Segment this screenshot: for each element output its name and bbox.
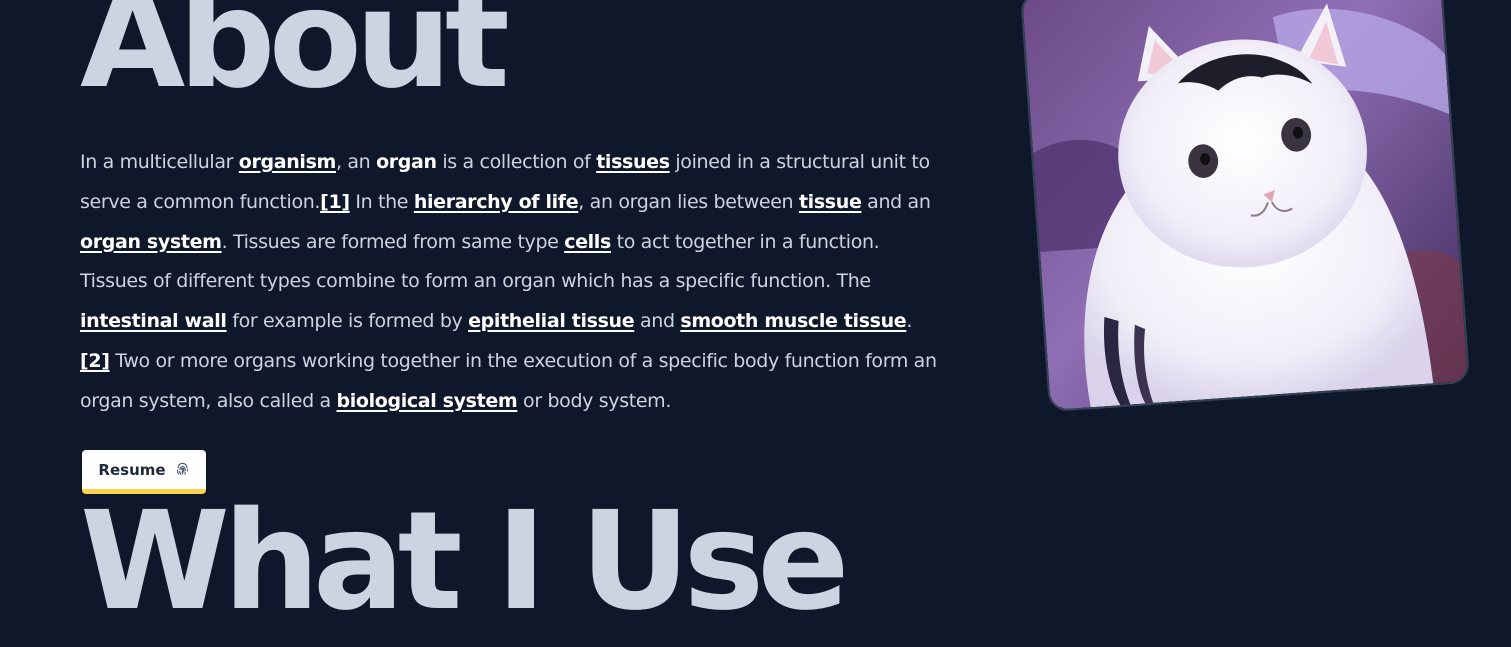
inline-link[interactable]: hierarchy of life [414,191,579,213]
inline-link[interactable]: tissue [799,191,862,213]
paragraph-text: In the [349,190,414,213]
paragraph-text: or body system. [517,389,672,412]
paragraph-text: . [906,310,913,333]
cat-photo [1019,0,1471,413]
fingerprint-icon [175,462,190,477]
inline-link[interactable]: tissues [596,151,670,173]
paragraph-text: and [634,310,681,333]
paragraph-text: , an organ lies between [578,190,799,213]
cat-image [1021,0,1469,411]
inline-link[interactable]: organ system [80,231,222,253]
about-heading: About [80,0,510,119]
inline-link[interactable]: intestinal wall [80,310,227,332]
paragraph-text: . Tissues are formed from same type [221,230,565,253]
paragraph-text: and an [861,190,931,213]
paragraph-text: In a multicellular [80,151,239,173]
bold-term: organ [376,151,437,173]
about-paragraph: In a multicellular organism, an organ is… [80,143,940,422]
inline-link[interactable]: organism [239,151,337,173]
inline-link[interactable]: [2] [80,350,110,372]
inline-link[interactable]: epithelial tissue [468,310,635,332]
inline-link[interactable]: [1] [320,191,350,213]
what-i-use-heading: What I Use [80,483,850,641]
paragraph-text: is a collection of [436,151,597,173]
inline-link[interactable]: cells [564,231,611,253]
resume-button-label: Resume [98,460,166,479]
inline-link[interactable]: smooth muscle tissue [680,310,906,332]
paragraph-text: , an [336,151,377,173]
inline-link[interactable]: biological system [336,390,517,412]
paragraph-text: for example is formed by [226,310,469,333]
